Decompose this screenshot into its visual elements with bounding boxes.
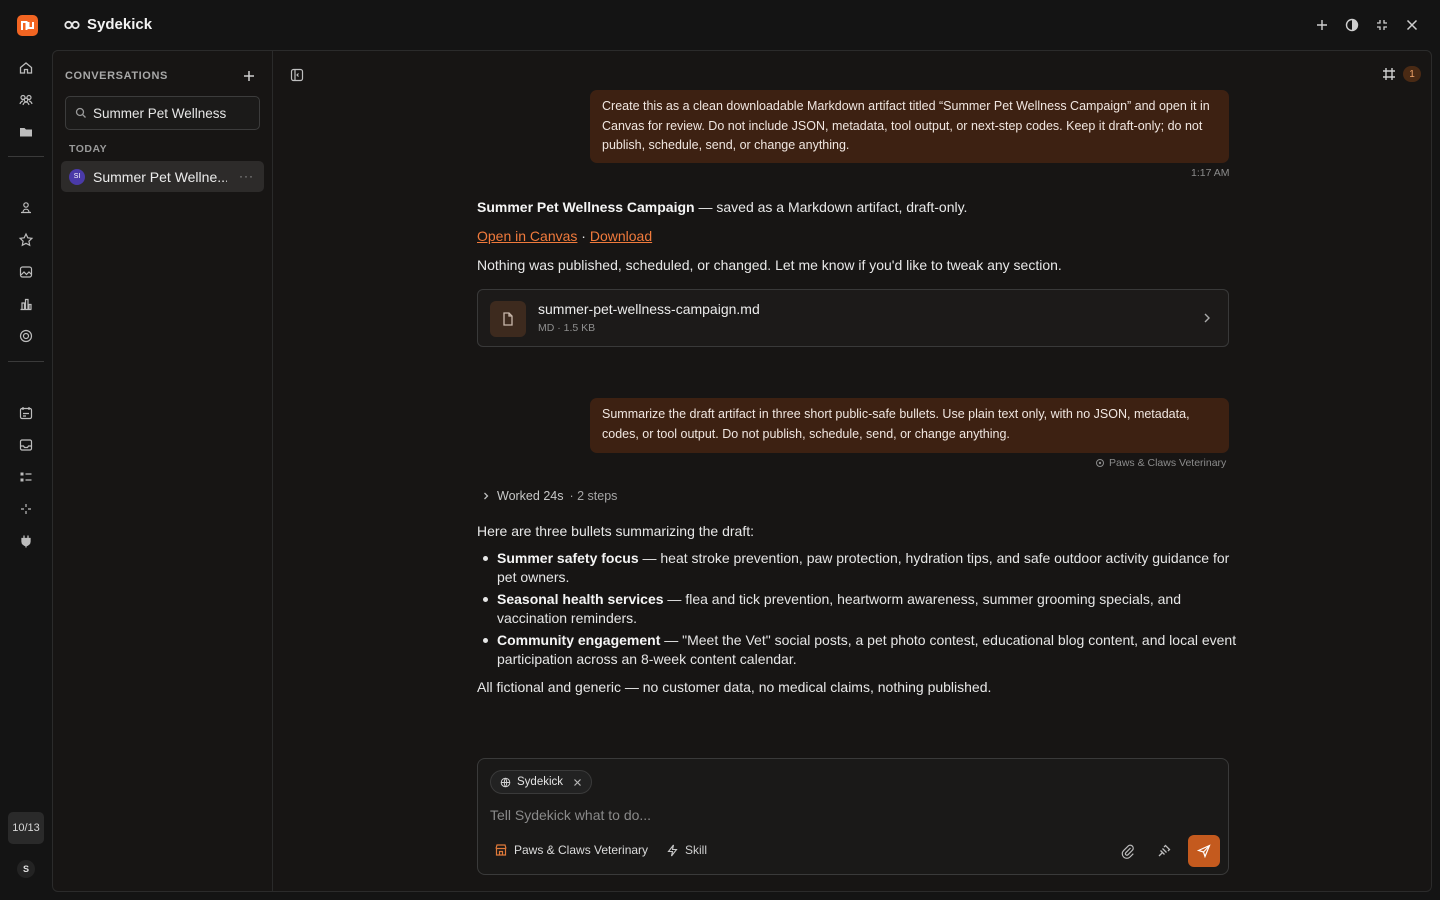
artifact-summary-line: Summer Pet Wellness Campaign — saved as … — [477, 197, 1229, 217]
team-icon[interactable] — [18, 92, 34, 108]
main-panel: CONVERSATIONS TODAY SI Summer Pet Wellne… — [52, 50, 1432, 892]
message-workspace-tag: Paws & Claws Veterinary — [1095, 457, 1226, 469]
plugin-icon[interactable] — [18, 533, 34, 549]
worked-steps: · 2 steps — [569, 489, 618, 503]
skill-button[interactable]: Skill — [666, 843, 707, 857]
logo-icon — [21, 21, 34, 30]
workspace-label: Paws & Claws Veterinary — [514, 843, 649, 857]
star-icon[interactable] — [18, 232, 34, 248]
app-logo[interactable] — [17, 15, 38, 36]
globe-icon — [500, 777, 511, 787]
composer-input[interactable] — [490, 807, 1190, 823]
top-bar: Sydekick — [0, 0, 1440, 50]
agent-icon[interactable] — [18, 200, 34, 216]
file-attachment-card[interactable]: summer-pet-wellness-campaign.md MD · 1.5… — [477, 289, 1229, 347]
user-avatar[interactable]: S — [17, 860, 35, 878]
skill-label: Skill — [685, 843, 708, 857]
bullet-title: Seasonal health services — [497, 591, 664, 607]
openai-icon[interactable] — [18, 328, 34, 344]
inbox-icon[interactable] — [18, 437, 34, 453]
rail-divider — [8, 156, 44, 157]
rail-divider — [8, 361, 44, 362]
summary-bullets: Summer safety focus — heat stroke preven… — [477, 549, 1237, 672]
chevron-right-icon — [484, 492, 489, 500]
search-icon — [75, 107, 86, 118]
list-item: Community engagement — "Meet the Vet" so… — [477, 631, 1237, 668]
calendar-icon[interactable] — [18, 405, 34, 421]
workspace-selector[interactable]: Paws & Claws Veterinary — [494, 843, 648, 857]
conversation-title: Summer Pet Wellne... — [93, 168, 227, 185]
theme-toggle-icon[interactable] — [1344, 17, 1360, 33]
file-icon — [490, 301, 526, 337]
minimize-icon[interactable] — [1374, 17, 1390, 33]
sparkle-icon[interactable] — [18, 501, 34, 517]
list-item: Seasonal health services — flea and tick… — [477, 590, 1237, 627]
link-separator: · — [577, 228, 590, 244]
conversation-item[interactable]: SI Summer Pet Wellne... ··· — [61, 161, 264, 192]
canvas-count-badge: 1 — [1403, 66, 1421, 82]
download-link[interactable]: Download — [590, 228, 652, 244]
lightning-icon — [667, 844, 678, 856]
agent-chip-label: Sydekick — [517, 776, 564, 788]
bullet-title: Community engagement — [497, 632, 661, 648]
new-conversation-button[interactable] — [241, 68, 257, 84]
new-tab-icon[interactable] — [1314, 17, 1330, 33]
plus-icon — [244, 71, 254, 81]
artifact-links: Open in Canvas · Download — [477, 226, 1229, 246]
send-icon — [1197, 844, 1211, 858]
tools-icon[interactable] — [1156, 843, 1172, 859]
agent-chip[interactable]: Sydekick — [490, 770, 593, 794]
infinity-icon — [64, 20, 80, 29]
analytics-icon[interactable] — [18, 296, 34, 312]
assistant-message: Summer Pet Wellness Campaign — saved as … — [477, 197, 1229, 275]
conversation-search[interactable] — [65, 96, 260, 130]
conversation-avatar: SI — [69, 168, 85, 185]
assistant-closing: All fictional and generic — no customer … — [477, 679, 992, 695]
remove-chip-icon[interactable] — [573, 778, 582, 787]
usage-counter[interactable]: 10/13 — [8, 812, 44, 844]
user-message: Summarize the draft artifact in three sh… — [590, 398, 1229, 453]
user-message: Create this as a clean downloadable Mark… — [590, 90, 1229, 163]
canvas-indicator[interactable]: 1 — [1381, 66, 1421, 82]
message-workspace: Paws & Claws Veterinary — [1109, 457, 1227, 469]
open-in-canvas-link[interactable]: Open in Canvas — [477, 228, 577, 244]
user-message-text: Summarize the draft artifact in three sh… — [602, 407, 1190, 441]
send-button[interactable] — [1188, 835, 1220, 867]
tasks-icon[interactable] — [18, 469, 34, 485]
worked-toggle[interactable]: Worked 24s · 2 steps — [481, 489, 617, 503]
artifact-status-text: — saved as a Markdown artifact, draft-on… — [694, 199, 968, 215]
close-icon[interactable] — [1404, 17, 1420, 33]
app-title: Sydekick — [87, 16, 153, 33]
canvas-icon — [1383, 68, 1395, 80]
file-meta: MD · 1.5 KB — [538, 322, 596, 334]
more-options-icon[interactable]: ··· — [239, 169, 254, 183]
folder-icon[interactable] — [18, 124, 34, 140]
bullet-title: Summer safety focus — [497, 550, 639, 566]
today-group-label: TODAY — [69, 143, 108, 155]
gallery-icon[interactable] — [18, 264, 34, 280]
home-icon[interactable] — [18, 60, 34, 76]
conversation-sidebar: CONVERSATIONS TODAY SI Summer Pet Wellne… — [53, 51, 273, 891]
left-rail: 10/13 S — [0, 50, 52, 900]
app-title-group: Sydekick — [64, 16, 152, 33]
list-item: Summer safety focus — heat stroke preven… — [477, 549, 1237, 586]
message-composer: Sydekick Paws & Claws Veterinary Skill — [477, 758, 1229, 875]
conversations-heading: CONVERSATIONS — [65, 70, 168, 82]
user-message-text: Create this as a clean downloadable Mark… — [602, 99, 1210, 152]
store-icon — [495, 844, 507, 856]
assistant-note: Nothing was published, scheduled, or cha… — [477, 257, 1062, 273]
paperclip-icon[interactable] — [1120, 843, 1136, 859]
message-timestamp: 1:17 AM — [1191, 167, 1230, 179]
worked-duration: Worked 24s — [497, 489, 564, 503]
chevron-right-icon — [1200, 311, 1214, 325]
workspace-tag-icon — [1096, 459, 1104, 467]
search-input[interactable] — [93, 105, 253, 121]
sidebar-toggle-icon[interactable] — [289, 67, 305, 83]
assistant-summary-intro: Here are three bullets summarizing the d… — [477, 523, 755, 539]
artifact-title: Summer Pet Wellness Campaign — [477, 199, 695, 215]
file-name: summer-pet-wellness-campaign.md — [538, 301, 760, 317]
